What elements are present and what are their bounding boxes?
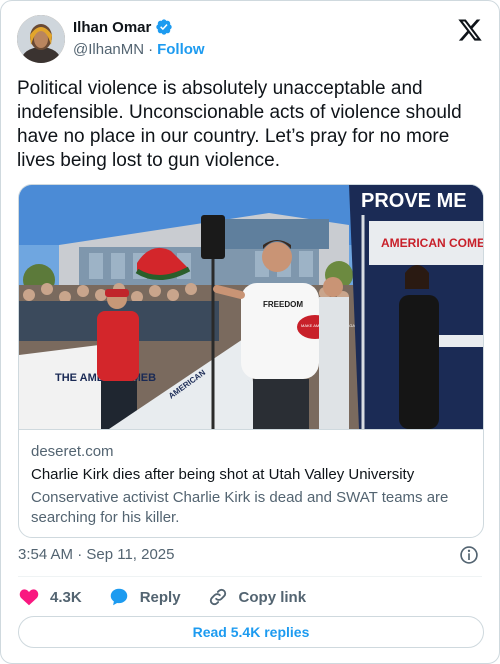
- link-description: Conservative activist Charlie Kirk is de…: [31, 489, 449, 526]
- link-info[interactable]: deseret.com Charlie Kirk dies after bein…: [19, 429, 483, 537]
- tweet-text: Political violence is absolutely unaccep…: [17, 78, 462, 171]
- x-logo-icon[interactable]: [457, 17, 483, 43]
- like-count: 4.3K: [50, 588, 82, 606]
- author-handle[interactable]: @IlhanMN: [73, 41, 144, 58]
- tent-logo-text: AMERICAN COMEBACK: [381, 236, 484, 250]
- follow-button[interactable]: Follow: [157, 41, 205, 58]
- divider: [18, 576, 482, 577]
- like-button[interactable]: 4.3K: [18, 586, 82, 608]
- link-card[interactable]: THE AMER COMEB AMERICAN FREEDOM MAK: [18, 184, 484, 538]
- link-domain: deseret.com: [31, 443, 114, 460]
- reply-label: Reply: [139, 588, 181, 606]
- copy-link-button[interactable]: Copy link: [207, 586, 307, 608]
- shirt-text: FREEDOM: [263, 300, 303, 309]
- heart-icon: [19, 589, 39, 606]
- tweet-card: Ilhan Omar @IlhanMN · Follow Political v…: [0, 0, 500, 664]
- link-title: Charlie Kirk dies after being shot at Ut…: [31, 466, 415, 483]
- tent-banner-text: PROVE ME: [361, 190, 467, 212]
- copy-link-label: Copy link: [238, 588, 307, 606]
- read-replies-button[interactable]: Read 5.4K replies: [18, 616, 484, 648]
- avatar[interactable]: [17, 15, 65, 63]
- info-icon[interactable]: [459, 545, 479, 565]
- link-icon: [209, 588, 226, 606]
- action-bar: 4.3K Reply Copy link: [18, 585, 332, 609]
- article-photo: THE AMER COMEB AMERICAN FREEDOM MAK: [19, 185, 484, 429]
- verified-badge-icon: [156, 19, 173, 35]
- author-name[interactable]: Ilhan Omar: [73, 19, 151, 36]
- reply-button[interactable]: Reply: [108, 586, 181, 608]
- tweet-timestamp[interactable]: 3:54 AM · Sep 11, 2025: [18, 546, 175, 563]
- tweet-header: Ilhan Omar @IlhanMN · Follow: [17, 15, 483, 65]
- handle-separator: ·: [148, 41, 154, 58]
- reply-bubble-icon: [110, 588, 127, 606]
